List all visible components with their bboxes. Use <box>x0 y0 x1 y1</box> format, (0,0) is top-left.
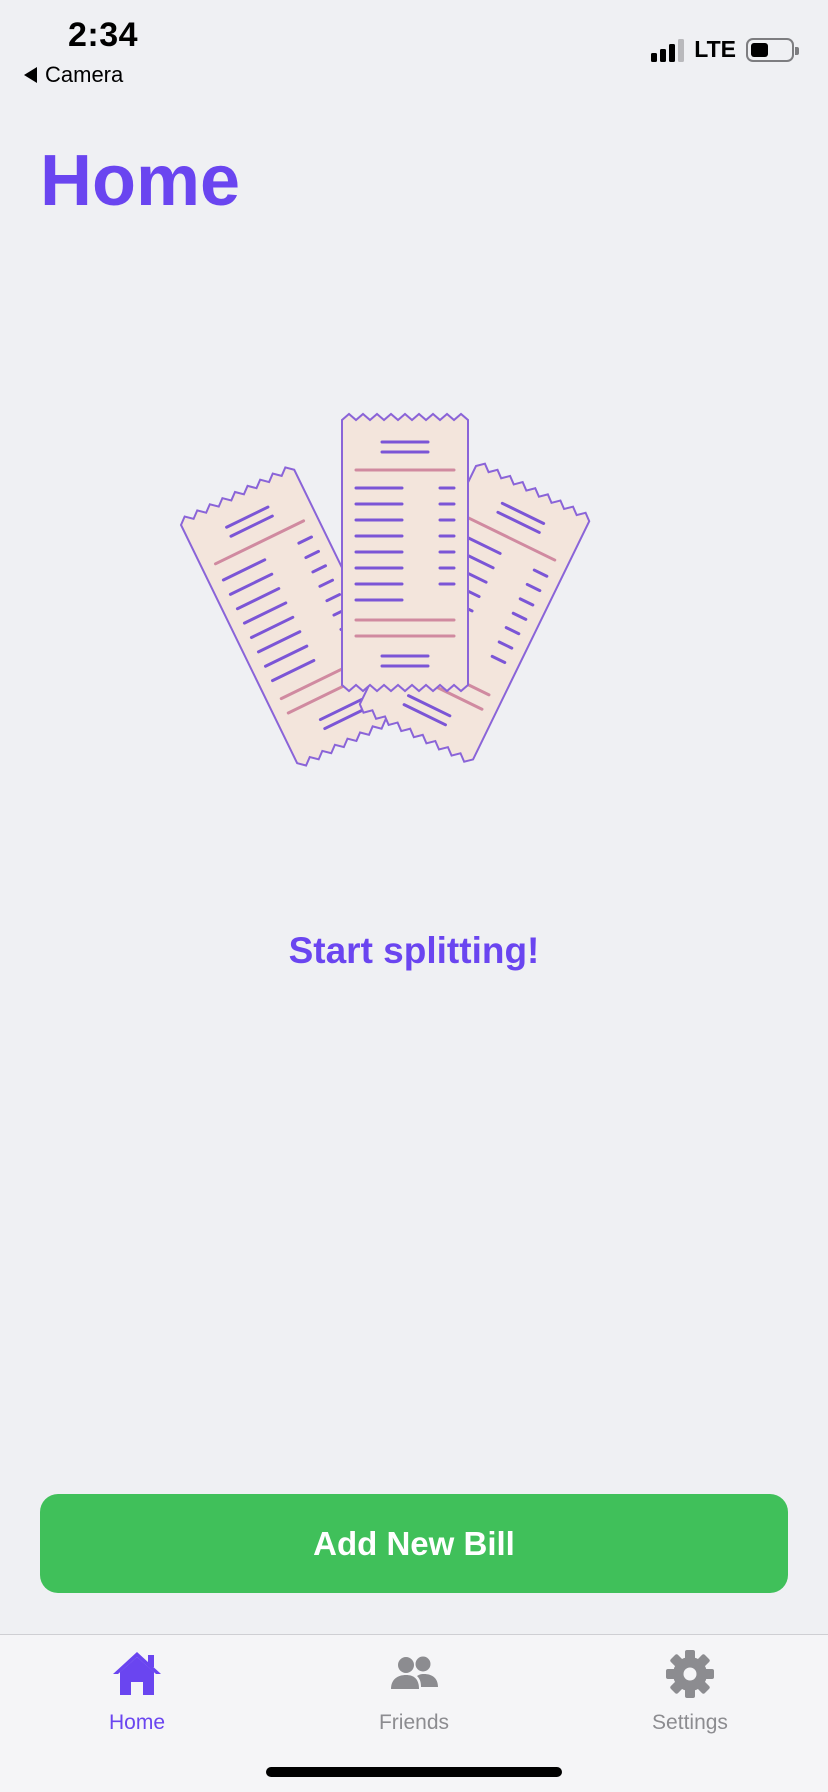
network-type: LTE <box>694 36 736 62</box>
people-icon <box>391 1656 438 1689</box>
tab-settings[interactable]: Settings <box>600 1647 780 1735</box>
add-new-bill-button[interactable]: Add New Bill <box>40 1494 788 1593</box>
tab-friends[interactable]: Friends <box>324 1647 504 1735</box>
start-splitting-text: Start splitting! <box>288 930 540 971</box>
tab-friends-label: Friends <box>378 1711 450 1734</box>
house-icon <box>113 1652 161 1695</box>
tab-home-label: Home <box>108 1711 166 1734</box>
home-screen: 2:34 Camera LTE Home Start splitting! Ad… <box>0 0 828 1792</box>
receipts-illustration <box>177 413 593 770</box>
page-title: Home <box>40 141 241 221</box>
home-indicator[interactable] <box>266 1767 562 1777</box>
status-time: 2:34 <box>68 16 139 54</box>
tab-settings-label: Settings <box>652 1711 728 1734</box>
signal-strength-icon <box>651 38 685 62</box>
gear-icon <box>666 1650 714 1698</box>
tab-home[interactable]: Home <box>47 1647 227 1735</box>
back-to-camera-link[interactable]: Camera <box>24 62 123 88</box>
back-triangle-icon <box>24 67 37 83</box>
back-app-label: Camera <box>45 62 124 87</box>
status-indicators: LTE <box>651 36 799 63</box>
battery-icon <box>746 37 799 62</box>
